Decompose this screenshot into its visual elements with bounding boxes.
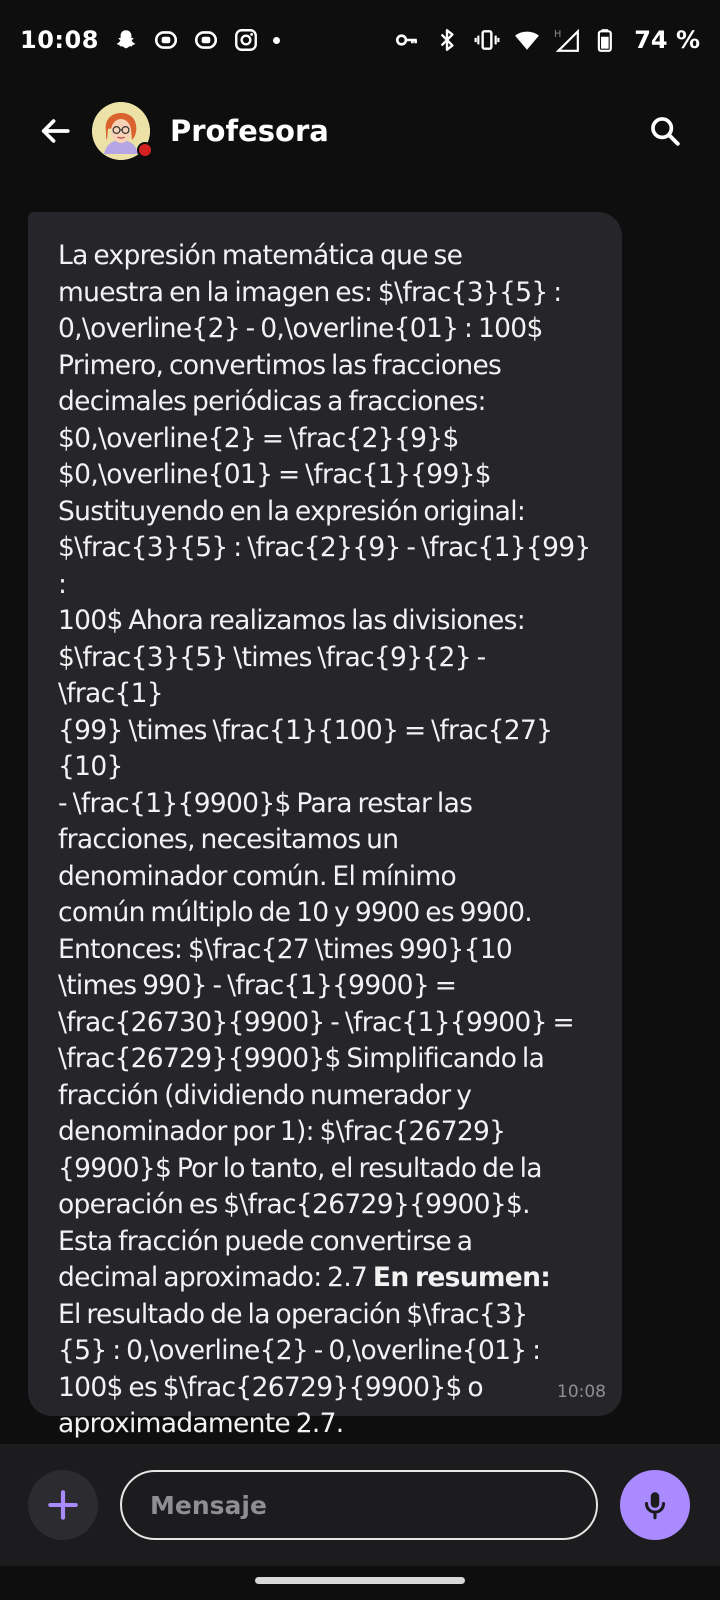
message-bold-text: En resumen: [372,1262,551,1293]
back-button[interactable] [30,106,80,156]
vibrate-icon [474,27,500,53]
signal-h-icon: H [554,27,580,53]
message-input[interactable] [120,1470,598,1540]
add-attachment-button[interactable] [28,1470,98,1540]
search-button[interactable] [640,106,690,156]
presence-indicator [137,142,153,158]
message-composer [0,1444,720,1566]
message-text: La expresión matemática que se muestra e… [58,238,594,1443]
snapchat-icon [113,27,139,53]
svg-text:H: H [554,29,561,40]
gesture-nav-handle[interactable] [255,1577,465,1584]
battery-percentage: 74 % [634,26,700,54]
status-time: 10:08 [20,26,99,54]
arrow-left-icon [41,119,70,143]
chat-header: Profesora [0,90,720,172]
contact-name[interactable]: Profesora [170,114,329,148]
more-notifications-dot [272,36,280,44]
wifi-icon [514,27,540,53]
message-text-part: La expresión matemática que se muestra e… [58,240,591,1293]
vpn-key-icon [394,27,420,53]
message-timestamp: 10:08 [557,1382,606,1402]
avatar[interactable] [92,102,153,160]
search-icon [651,117,680,146]
app-notification-icon [193,27,219,53]
bluetooth-icon [434,27,460,53]
status-right: H 74 % [394,26,700,54]
app-notification-icon [153,27,179,53]
battery-icon [594,27,620,53]
plus-icon [48,1490,78,1520]
message-text-part: El resultado de la operación $\frac{3} {… [58,1298,541,1439]
chat-screen: 10:08 H 74 % Profesora La expresión mate… [0,0,720,1600]
instagram-icon [233,27,259,53]
voice-message-button[interactable] [620,1470,690,1540]
status-left: 10:08 [20,26,280,54]
message-bubble[interactable]: La expresión matemática que se muestra e… [28,212,622,1438]
microphone-icon [644,1492,666,1520]
status-bar: 10:08 H 74 % [0,0,720,80]
